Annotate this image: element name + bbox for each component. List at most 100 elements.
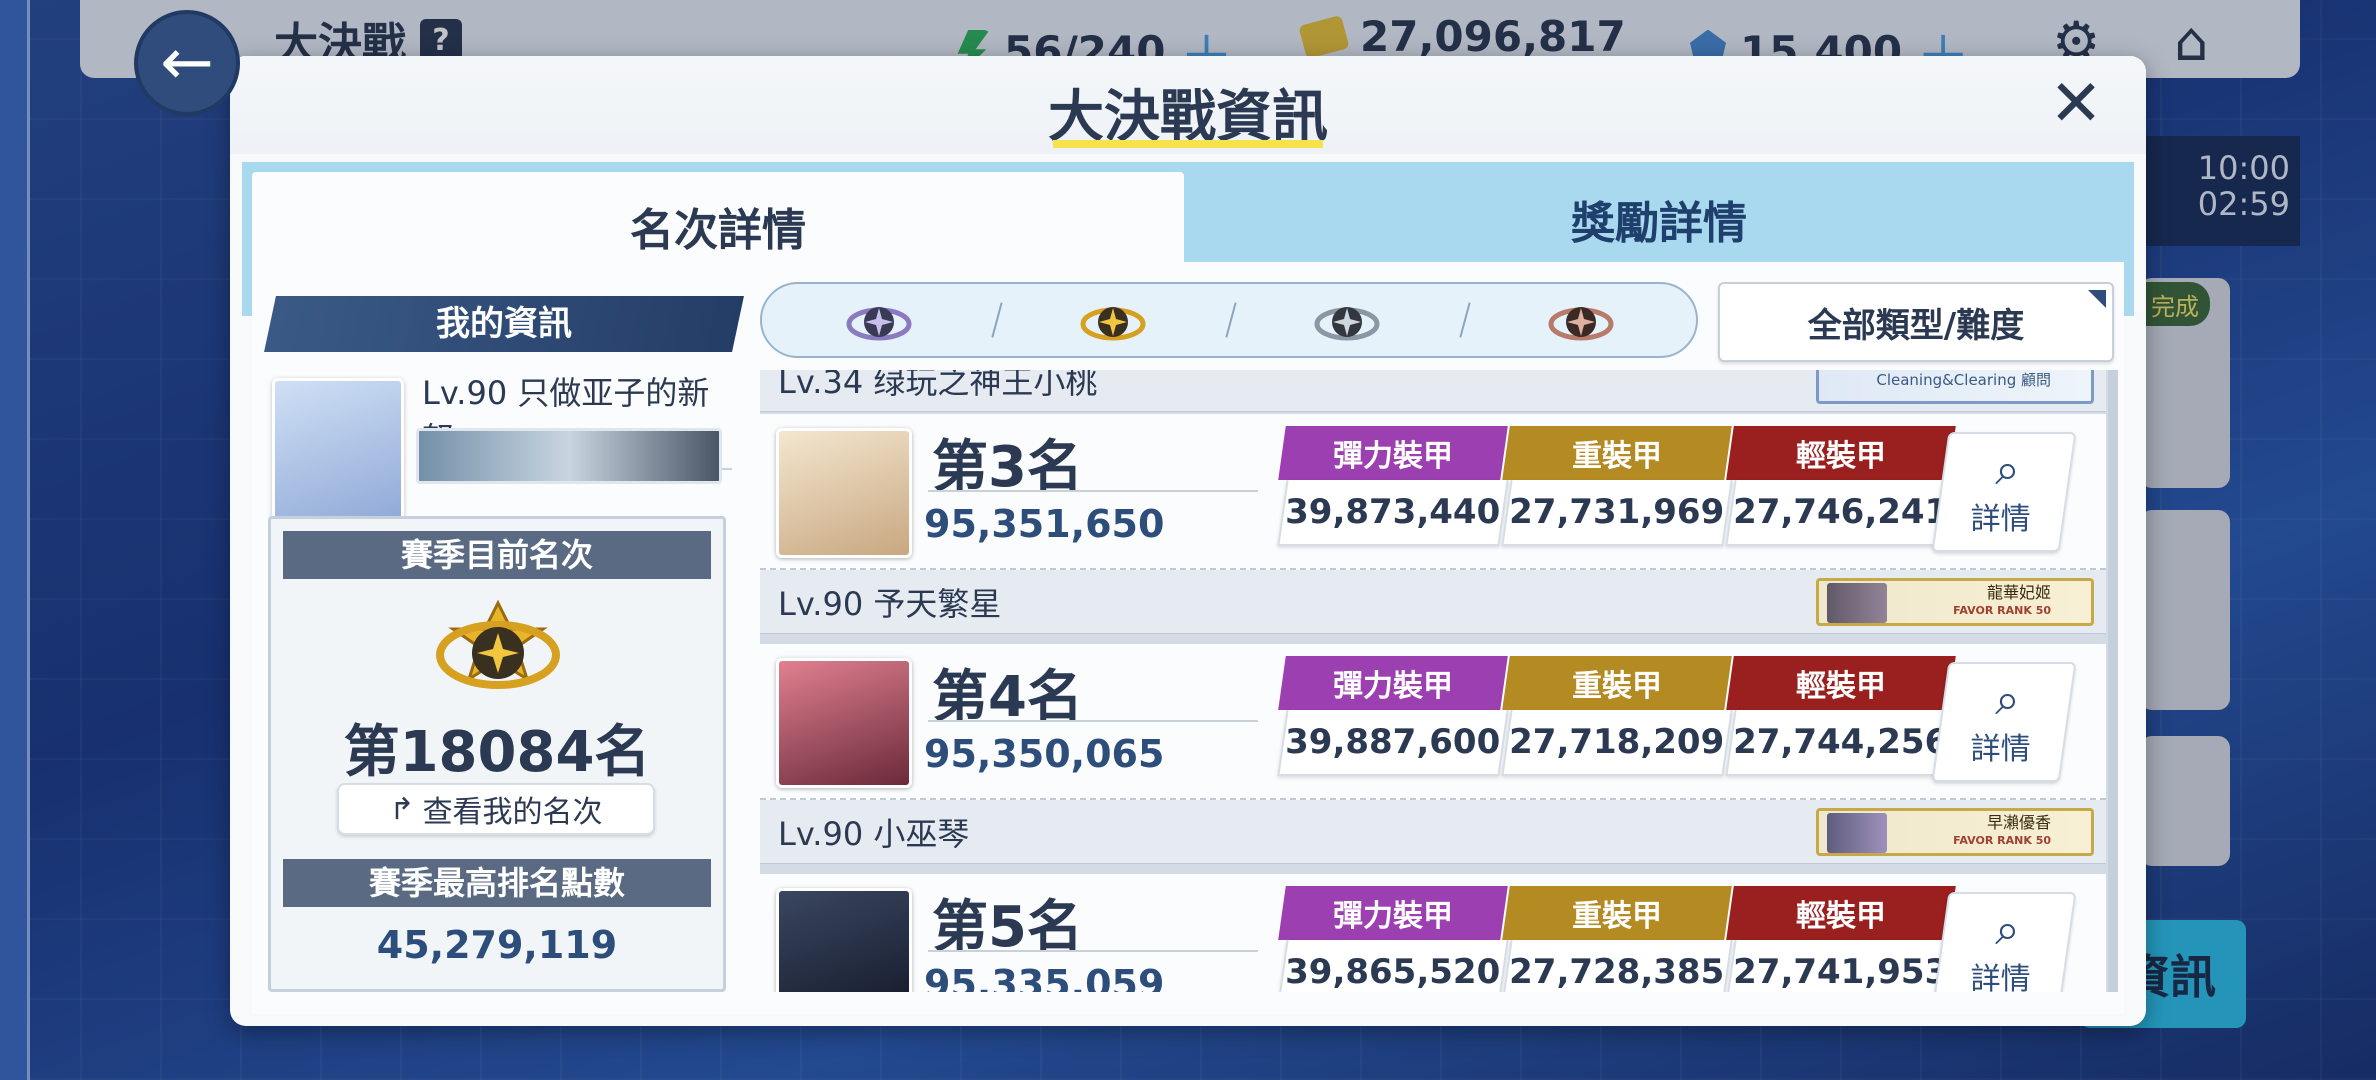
details-button[interactable]: ⌕ 詳情 bbox=[1931, 432, 2077, 552]
heavy-armor-score: 重裝甲 27,718,209 bbox=[1501, 656, 1733, 776]
banner-portrait bbox=[1827, 583, 1887, 623]
season-rank-label: 賽季目前名次 bbox=[283, 531, 711, 579]
armor-value: 27,728,385 bbox=[1501, 940, 1733, 992]
entry-score: 95,351,650 bbox=[924, 502, 1165, 546]
back-button[interactable]: ← bbox=[134, 10, 240, 116]
player-banner: Cleaning&Clearing 顧問 bbox=[1816, 370, 2094, 404]
tab-reward-label: 獎勵詳情 bbox=[1571, 198, 1747, 249]
armor-value: 27,744,256 bbox=[1725, 710, 1957, 776]
armor-value: 27,718,209 bbox=[1501, 710, 1733, 776]
light-armor-score: 輕裝甲 27,744,256 bbox=[1725, 656, 1957, 776]
season-rank-value: 第18084名 bbox=[343, 720, 651, 785]
player-name: Lv.90 予天繁星 bbox=[778, 584, 1002, 623]
details-label: 詳情 bbox=[1970, 732, 2031, 767]
armor-label: 重裝甲 bbox=[1502, 656, 1732, 710]
tier-bronze-button[interactable] bbox=[1464, 284, 1698, 356]
details-button[interactable]: ⌕ 詳情 bbox=[1931, 892, 2077, 992]
my-info-header: 我的資訊 bbox=[264, 296, 744, 352]
banner-portrait bbox=[1827, 813, 1887, 853]
best-points-value: 45,279,119 bbox=[376, 923, 618, 967]
ranking-entry: 第3名 95,351,650 彈力裝甲 39,873,440 重裝甲 27,73… bbox=[760, 414, 2106, 570]
ranking-list[interactable]: Lv.34 绿玩之神王小桃 Cleaning&Clearing 顧問 第3名 9… bbox=[760, 370, 2118, 992]
details-label: 詳情 bbox=[1970, 962, 2031, 992]
platinum-medal-icon bbox=[846, 307, 912, 341]
player-name: Lv.34 绿玩之神王小桃 bbox=[778, 370, 1098, 401]
details-button[interactable]: ⌕ 詳情 bbox=[1931, 662, 2077, 782]
ranking-entry: 第5名 95,335,059 彈力裝甲 39,865,520 重裝甲 27,72… bbox=[760, 874, 2106, 992]
view-my-rank-label: 查看我的名次 bbox=[422, 795, 603, 830]
armor-value: 27,741,953 bbox=[1725, 940, 1957, 992]
armor-value: 39,887,600 bbox=[1277, 710, 1509, 776]
close-icon: ✕ bbox=[2049, 67, 2103, 141]
armor-value: 27,746,241 bbox=[1725, 480, 1957, 546]
divider bbox=[928, 720, 1258, 722]
player-name-row: Lv.90 予天繁星 龍華妃姬 FAVOR RANK 50 bbox=[760, 570, 2106, 634]
heavy-armor-score: 重裝甲 27,728,385 bbox=[1501, 886, 1733, 992]
my-stats-box: 賽季目前名次 第18084名 ↱ 查看我的名次 賽季最高排名點數 45,279,… bbox=[268, 516, 726, 992]
player-avatar bbox=[776, 888, 912, 992]
elastic-armor-score: 彈力裝甲 39,865,520 bbox=[1277, 886, 1509, 992]
list-scrollbar[interactable] bbox=[2108, 370, 2118, 992]
view-my-rank-button[interactable]: ↱ 查看我的名次 bbox=[337, 783, 655, 835]
player-banner: 早瀨優香 FAVOR RANK 50 bbox=[1816, 808, 2094, 856]
best-points-label: 賽季最高排名點數 bbox=[283, 859, 711, 907]
heavy-armor-score: 重裝甲 27,731,969 bbox=[1501, 426, 1733, 546]
favor-rank: FAVOR RANK 50 bbox=[1953, 834, 2051, 847]
dropdown-corner-icon bbox=[2088, 290, 2106, 308]
light-armor-score: 輕裝甲 27,746,241 bbox=[1725, 426, 1957, 546]
search-icon: ⌕ bbox=[1994, 444, 2020, 495]
armor-value: 39,865,520 bbox=[1277, 940, 1509, 992]
tier-silver-button[interactable] bbox=[1230, 284, 1464, 356]
divider bbox=[928, 490, 1258, 492]
tier-platinum-button[interactable] bbox=[762, 284, 996, 356]
armor-label: 重裝甲 bbox=[1502, 426, 1732, 480]
ranking-entry: 第4名 95,350,065 彈力裝甲 39,887,600 重裝甲 27,71… bbox=[760, 644, 2106, 800]
details-label: 詳情 bbox=[1970, 502, 2031, 537]
tier-gold-button[interactable] bbox=[996, 284, 1230, 356]
player-avatar bbox=[776, 658, 912, 788]
favor-rank: FAVOR RANK 50 bbox=[1953, 604, 2051, 617]
share-arrow-icon: ↱ bbox=[389, 791, 415, 827]
player-banner: 龍華妃姬 FAVOR RANK 50 bbox=[1816, 578, 2094, 626]
armor-label: 重裝甲 bbox=[1502, 886, 1732, 940]
tier-filter bbox=[760, 282, 1698, 358]
armor-label: 輕裝甲 bbox=[1726, 656, 1956, 710]
player-name-row: Lv.34 绿玩之神王小桃 Cleaning&Clearing 顧問 bbox=[760, 370, 2106, 412]
type-difficulty-label: 全部類型/難度 bbox=[1807, 305, 2025, 346]
my-info-header-label: 我的資訊 bbox=[436, 304, 572, 344]
armor-label: 彈力裝甲 bbox=[1278, 426, 1508, 480]
armor-label: 輕裝甲 bbox=[1726, 426, 1956, 480]
search-icon: ⌕ bbox=[1994, 904, 2020, 955]
banner-title: Cleaning&Clearing 顧問 bbox=[1876, 371, 2051, 389]
gold-tier-icon bbox=[1080, 307, 1146, 341]
armor-value: 27,731,969 bbox=[1501, 480, 1733, 546]
tab-reward-details[interactable]: 獎勵詳情 bbox=[1186, 172, 2132, 266]
my-banner bbox=[416, 428, 722, 484]
bronze-tier-icon bbox=[1548, 307, 1614, 341]
banner-title: 早瀨優香 bbox=[1986, 813, 2051, 832]
close-button[interactable]: ✕ bbox=[2044, 72, 2108, 138]
gold-medal-icon bbox=[436, 599, 560, 689]
my-avatar bbox=[272, 378, 404, 528]
divider bbox=[928, 950, 1258, 952]
armor-label: 彈力裝甲 bbox=[1278, 886, 1508, 940]
armor-label: 輕裝甲 bbox=[1726, 886, 1956, 940]
search-icon: ⌕ bbox=[1994, 674, 2020, 725]
silver-tier-icon bbox=[1314, 307, 1380, 341]
title-underline bbox=[1053, 140, 1323, 148]
entry-score: 95,335,059 bbox=[924, 962, 1165, 992]
tab-rank-label: 名次詳情 bbox=[630, 205, 806, 256]
raid-info-modal: 大決戰資訊 ✕ 名次詳情 獎勵詳情 我的資訊 Lv.90 只做亚子的新努 賽季目… bbox=[230, 56, 2146, 1026]
elastic-armor-score: 彈力裝甲 39,887,600 bbox=[1277, 656, 1509, 776]
player-name-row: Lv.90 小巫琴 早瀨優香 FAVOR RANK 50 bbox=[760, 800, 2106, 864]
player-avatar bbox=[776, 428, 912, 558]
armor-value: 39,873,440 bbox=[1277, 480, 1509, 546]
banner-title: 龍華妃姬 bbox=[1986, 583, 2051, 602]
entry-score: 95,350,065 bbox=[924, 732, 1165, 776]
armor-label: 彈力裝甲 bbox=[1278, 656, 1508, 710]
light-armor-score: 輕裝甲 27,741,953 bbox=[1725, 886, 1957, 992]
player-name: Lv.90 小巫琴 bbox=[778, 814, 970, 853]
back-arrow-icon: ← bbox=[160, 26, 214, 100]
elastic-armor-score: 彈力裝甲 39,873,440 bbox=[1277, 426, 1509, 546]
type-difficulty-dropdown[interactable]: 全部類型/難度 bbox=[1718, 282, 2114, 362]
